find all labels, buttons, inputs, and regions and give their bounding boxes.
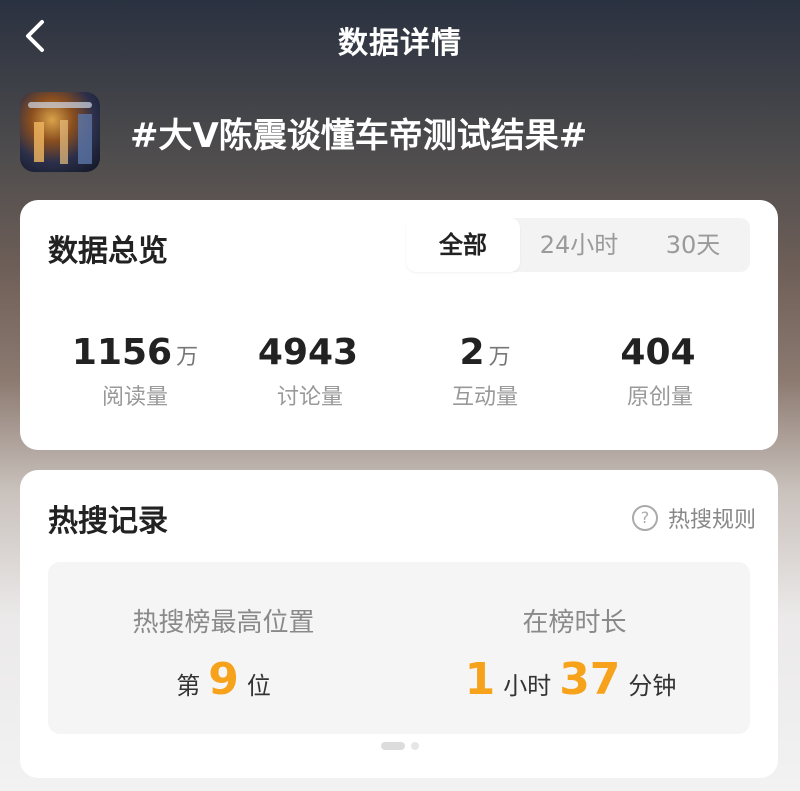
- data-overview-card: 数据总览 全部 24小时 30天 1156 万 阅读量 4943 讨论量 2万 互…: [20, 200, 778, 450]
- topic-thumbnail: [20, 92, 100, 172]
- stat-unit: 万: [176, 345, 199, 370]
- hours-unit: 小时: [503, 672, 552, 700]
- page-indicator: [381, 742, 421, 750]
- rank-value: 9: [208, 654, 239, 705]
- rank-suffix: 位: [246, 672, 271, 700]
- question-circle-icon: ?: [631, 505, 658, 531]
- minutes-unit: 分钟: [628, 672, 677, 700]
- tab-24-hours[interactable]: 24小时: [522, 218, 636, 272]
- page-dot-active: [381, 742, 405, 750]
- time-range-tabs: 全部 24小时 30天: [406, 218, 750, 272]
- metric-value: 1 小时 37 分钟: [399, 654, 750, 705]
- metric-value: 第 9 位: [48, 654, 399, 705]
- stat-originals: 404 原创量: [575, 332, 745, 411]
- stat-label: 阅读量: [101, 385, 168, 410]
- stat-unit: 万: [488, 345, 511, 370]
- hot-record-panel: 热搜榜最高位置 第 9 位 在榜时长 1 小时 37 分钟: [48, 562, 750, 734]
- duration-hours: 1: [464, 654, 496, 705]
- metric-label: 热搜榜最高位置: [132, 608, 315, 638]
- stat-label: 原创量: [626, 385, 693, 410]
- stat-interactions: 2万 互动量: [400, 332, 570, 411]
- page-title: 数据详情: [338, 26, 462, 61]
- tab-30-days[interactable]: 30天: [636, 218, 750, 272]
- metric-label: 在榜时长: [522, 608, 627, 638]
- highest-position-metric: 热搜榜最高位置 第 9 位: [48, 562, 399, 734]
- hot-record-title: 热搜记录: [48, 504, 168, 539]
- topic-title: #大V陈震谈懂车帝测试结果#: [130, 116, 588, 156]
- stat-value: 4943: [257, 332, 359, 373]
- stat-value: 1156: [71, 332, 173, 373]
- stat-label: 互动量: [451, 385, 518, 410]
- rank-prefix: 第: [176, 672, 201, 700]
- page-dot: [411, 742, 419, 750]
- stat-discussions: 4943 讨论量: [225, 332, 395, 411]
- stat-reads: 1156 万 阅读量: [50, 332, 220, 411]
- stat-value: 2: [459, 332, 485, 373]
- hot-search-record-card: 热搜记录 ? 热搜规则 热搜榜最高位置 第 9 位 在榜时长 1 小时 37 分…: [20, 470, 778, 778]
- hot-search-rules-link[interactable]: ? 热搜规则: [631, 502, 756, 534]
- tab-all[interactable]: 全部: [406, 218, 520, 272]
- rules-label: 热搜规则: [667, 508, 756, 533]
- top-bar: 数据详情: [0, 0, 800, 80]
- stat-label: 讨论量: [276, 385, 343, 410]
- overview-title: 数据总览: [48, 234, 168, 269]
- stat-value: 404: [620, 332, 696, 373]
- topic-header: #大V陈震谈懂车帝测试结果#: [20, 92, 780, 174]
- duration-minutes: 37: [559, 654, 621, 705]
- duration-metric: 在榜时长 1 小时 37 分钟: [399, 562, 750, 734]
